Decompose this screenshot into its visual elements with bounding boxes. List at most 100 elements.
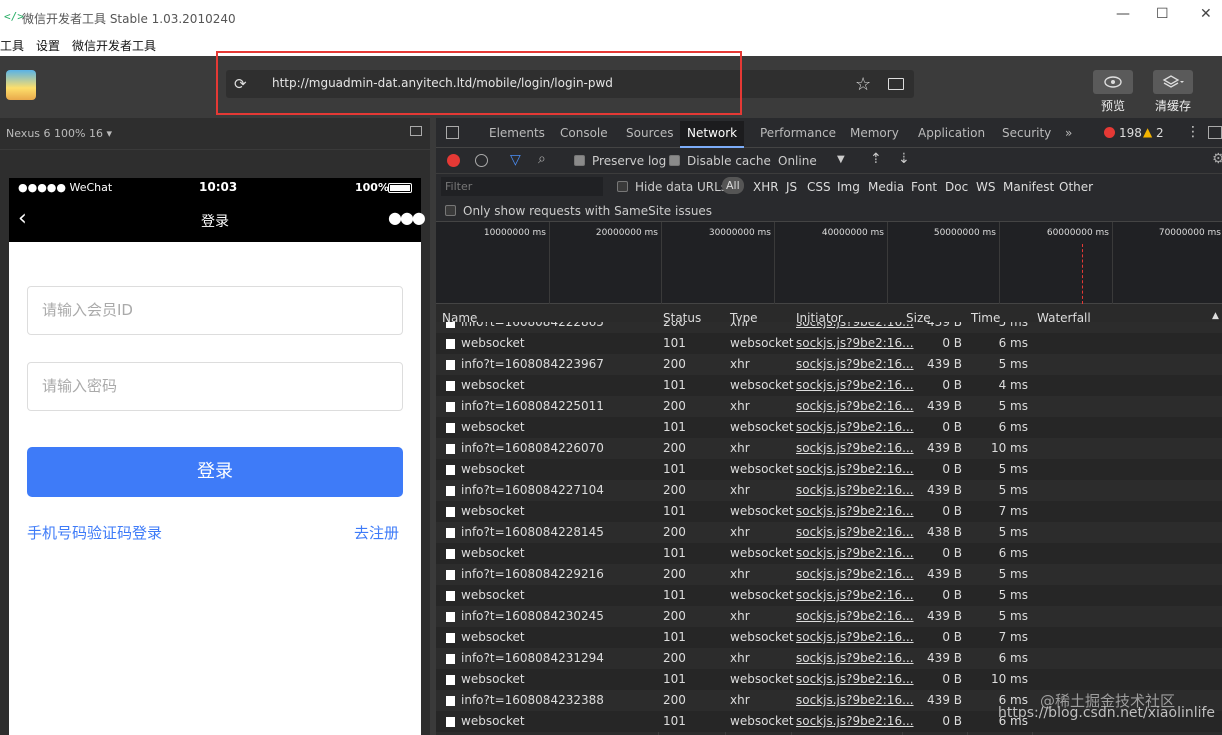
cell-initiator[interactable]: sockjs.js?9be2:16...	[796, 546, 914, 560]
register-link[interactable]: 去注册	[354, 522, 399, 543]
menu-wechat-devtools[interactable]: 微信开发者工具	[72, 37, 156, 54]
filter-type-css[interactable]: CSS	[807, 180, 831, 194]
star-icon[interactable]: ☆	[855, 74, 871, 95]
back-icon[interactable]: ‹	[18, 206, 27, 231]
cell-initiator[interactable]: sockjs.js?9be2:16...	[796, 420, 914, 434]
maximize-button[interactable]: ☐	[1156, 6, 1169, 22]
filter-type-doc[interactable]: Doc	[945, 180, 968, 194]
table-row[interactable]: info?t=1608084227104 200 xhr sockjs.js?9be2…	[436, 480, 1222, 501]
filter-type-all[interactable]: All	[722, 177, 744, 194]
cell-initiator[interactable]: sockjs.js?9be2:16...	[796, 609, 914, 623]
samesite-checkbox[interactable]	[445, 205, 456, 216]
throttle-select[interactable]: Online	[778, 154, 817, 168]
member-id-input[interactable]: 请输入会员ID	[27, 286, 403, 335]
table-row[interactable]: info?t=1608084223967 200 xhr sockjs.js?9be2…	[436, 354, 1222, 375]
table-row[interactable]: info?t=1608084228145 200 xhr sockjs.js?9be2…	[436, 522, 1222, 543]
chevron-down-icon[interactable]: ▼	[837, 154, 845, 165]
export-icon[interactable]: ⇣	[898, 151, 910, 167]
filter-type-other[interactable]: Other	[1059, 180, 1093, 194]
error-count[interactable]: 198	[1119, 126, 1142, 140]
table-row[interactable]: websocket 101 websocket sockjs.js?9be2:16..…	[436, 459, 1222, 480]
preserve-log-checkbox[interactable]	[574, 155, 585, 166]
table-row[interactable]: websocket 101 websocket sockjs.js?9be2:16..…	[436, 669, 1222, 690]
sms-login-link[interactable]: 手机号码验证码登录	[27, 522, 162, 543]
cell-initiator[interactable]: sockjs.js?9be2:16...	[796, 462, 914, 476]
tab-elements[interactable]: Elements	[489, 126, 545, 140]
device-select[interactable]: Nexus 6 100% 16 ▾	[6, 127, 112, 140]
cell-initiator[interactable]: sockjs.js?9be2:16...	[796, 714, 914, 728]
table-row[interactable]: websocket 101 websocket sockjs.js?9be2:16..…	[436, 627, 1222, 648]
cell-initiator[interactable]: sockjs.js?9be2:16...	[796, 336, 914, 350]
tab-performance[interactable]: Performance	[760, 126, 836, 140]
menu-settings[interactable]: 设置	[36, 37, 60, 54]
cell-initiator[interactable]: sockjs.js?9be2:16...	[796, 567, 914, 581]
inspect-icon[interactable]	[446, 126, 459, 139]
cell-initiator[interactable]: sockjs.js?9be2:16...	[796, 441, 914, 455]
gear-icon[interactable]: ⚙	[1212, 151, 1222, 167]
cell-initiator[interactable]: sockjs.js?9be2:16...	[796, 693, 914, 707]
cell-initiator[interactable]: sockjs.js?9be2:16...	[796, 504, 914, 518]
cell-initiator[interactable]: sockjs.js?9be2:16...	[796, 399, 914, 413]
table-row[interactable]: info?t=1608084230245 200 xhr sockjs.js?9be2…	[436, 606, 1222, 627]
avatar[interactable]	[6, 70, 36, 100]
table-row[interactable]: info?t=1608084222865 200 xhr sockjs.js?9be2…	[436, 322, 1222, 333]
tab-security[interactable]: Security	[1002, 126, 1051, 140]
folder-icon[interactable]	[888, 78, 904, 90]
table-row[interactable]: websocket 101 websocket sockjs.js?9be2:16..…	[436, 333, 1222, 354]
detach-icon[interactable]	[410, 126, 422, 136]
more-icon[interactable]: ●●●	[388, 208, 426, 227]
table-row[interactable]: websocket 101 websocket sockjs.js?9be2:16..…	[436, 375, 1222, 396]
import-icon[interactable]: ⇡	[870, 151, 882, 167]
tab-network[interactable]: Network	[680, 121, 745, 148]
table-row[interactable]: info?t=1608084225011 200 xhr sockjs.js?9be2…	[436, 396, 1222, 417]
table-row[interactable]: websocket 101 websocket sockjs.js?9be2:16..…	[436, 501, 1222, 522]
tab-memory[interactable]: Memory	[850, 126, 899, 140]
cell-initiator[interactable]: sockjs.js?9be2:16...	[796, 483, 914, 497]
filter-icon[interactable]: ▽	[510, 152, 521, 168]
minimize-button[interactable]: —	[1116, 6, 1130, 22]
table-row[interactable]: websocket 101 websocket sockjs.js?9be2:16..…	[436, 543, 1222, 564]
cell-initiator[interactable]: sockjs.js?9be2:16...	[796, 525, 914, 539]
cell-initiator[interactable]: sockjs.js?9be2:16...	[796, 357, 914, 371]
disable-cache-checkbox[interactable]	[669, 155, 680, 166]
filter-type-xhr[interactable]: XHR	[753, 180, 779, 194]
table-row[interactable]: info?t=1608084226070 200 xhr sockjs.js?9be2…	[436, 438, 1222, 459]
clear-cache-button[interactable]	[1153, 70, 1193, 94]
menu-tools[interactable]: 工具	[0, 37, 24, 54]
search-icon[interactable]: ⌕	[538, 151, 546, 167]
table-row[interactable]: info?t=1608084229216 200 xhr sockjs.js?9be2…	[436, 564, 1222, 585]
cell-name: info?t=1608084229216	[461, 567, 604, 581]
login-button[interactable]: 登录	[27, 447, 403, 497]
warning-count[interactable]: 2	[1156, 126, 1164, 140]
clear-icon[interactable]	[475, 154, 488, 167]
timeline-overview[interactable]: 10000000 ms 20000000 ms 30000000 ms 4000…	[436, 222, 1222, 304]
password-input[interactable]: 请输入密码	[27, 362, 403, 411]
sort-up-icon[interactable]: ▲	[1212, 311, 1219, 321]
filter-type-manifest[interactable]: Manifest	[1003, 180, 1054, 194]
cell-initiator[interactable]: sockjs.js?9be2:16...	[796, 588, 914, 602]
filter-input[interactable]: Filter	[441, 177, 603, 196]
table-row[interactable]: websocket 101 websocket sockjs.js?9be2:16..…	[436, 417, 1222, 438]
tab-application[interactable]: Application	[918, 126, 985, 140]
cell-initiator[interactable]: sockjs.js?9be2:16...	[796, 322, 914, 329]
filter-type-media[interactable]: Media	[868, 180, 904, 194]
hide-data-urls-checkbox[interactable]	[617, 181, 628, 192]
dock-icon[interactable]	[1208, 126, 1222, 139]
filter-type-img[interactable]: Img	[837, 180, 860, 194]
preview-button[interactable]	[1093, 70, 1133, 94]
cell-initiator[interactable]: sockjs.js?9be2:16...	[796, 378, 914, 392]
table-row[interactable]: websocket 101 websocket sockjs.js?9be2:16..…	[436, 585, 1222, 606]
record-icon[interactable]	[447, 154, 460, 167]
kebab-menu-icon[interactable]: ⋮	[1186, 124, 1200, 140]
tab-sources[interactable]: Sources	[626, 126, 673, 140]
filter-type-js[interactable]: JS	[786, 180, 797, 194]
cell-initiator[interactable]: sockjs.js?9be2:16...	[796, 672, 914, 686]
close-button[interactable]: ✕	[1200, 6, 1212, 22]
tab-console[interactable]: Console	[560, 126, 608, 140]
more-tabs-icon[interactable]: »	[1065, 126, 1072, 140]
filter-type-font[interactable]: Font	[911, 180, 937, 194]
table-row[interactable]: info?t=1608084231294 200 xhr sockjs.js?9be2…	[436, 648, 1222, 669]
cell-initiator[interactable]: sockjs.js?9be2:16...	[796, 630, 914, 644]
cell-initiator[interactable]: sockjs.js?9be2:16...	[796, 651, 914, 665]
filter-type-ws[interactable]: WS	[976, 180, 995, 194]
